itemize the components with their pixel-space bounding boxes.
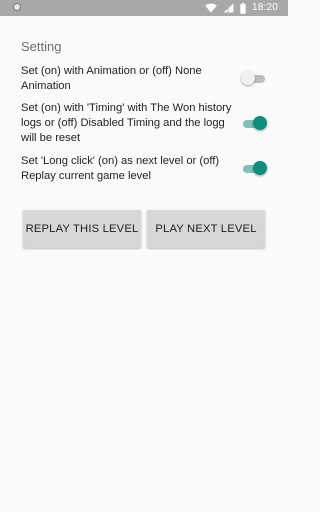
- settings-title: Setting: [21, 39, 62, 54]
- setting-row-animation[interactable]: Set (on) with Animation or (off) None An…: [21, 64, 267, 94]
- toggle-thumb: [253, 115, 267, 130]
- setting-label-long-click: Set 'Long click' (on) as next level or (…: [21, 155, 220, 182]
- toggle-thumb: [241, 71, 255, 85]
- setting-row-long-click[interactable]: Set 'Long click' (on) as next level or (…: [21, 154, 267, 184]
- long-click-toggle[interactable]: [241, 161, 267, 177]
- toggle-thumb: [253, 161, 267, 175]
- animation-toggle[interactable]: [241, 71, 267, 87]
- wifi-icon: [205, 3, 217, 13]
- setting-label-animation: Set (on) with Animation or (off) None An…: [21, 65, 202, 92]
- timing-toggle[interactable]: [241, 115, 267, 132]
- notification-dot-icon: [13, 3, 21, 11]
- battery-icon: [240, 2, 246, 14]
- status-bar: 18:20: [0, 0, 288, 16]
- setting-label-timing: Set (on) with 'Timing' with The Won hist…: [21, 102, 232, 144]
- status-time: 18:20: [251, 2, 278, 13]
- setting-row-timing[interactable]: Set (on) with 'Timing' with The Won hist…: [21, 101, 267, 146]
- signal-icon: [223, 3, 234, 13]
- status-icons: 18:20: [205, 0, 278, 16]
- replay-level-button[interactable]: REPLAY THIS LEVEL: [23, 210, 141, 248]
- play-next-level-button[interactable]: PLAY NEXT LEVEL: [147, 210, 265, 248]
